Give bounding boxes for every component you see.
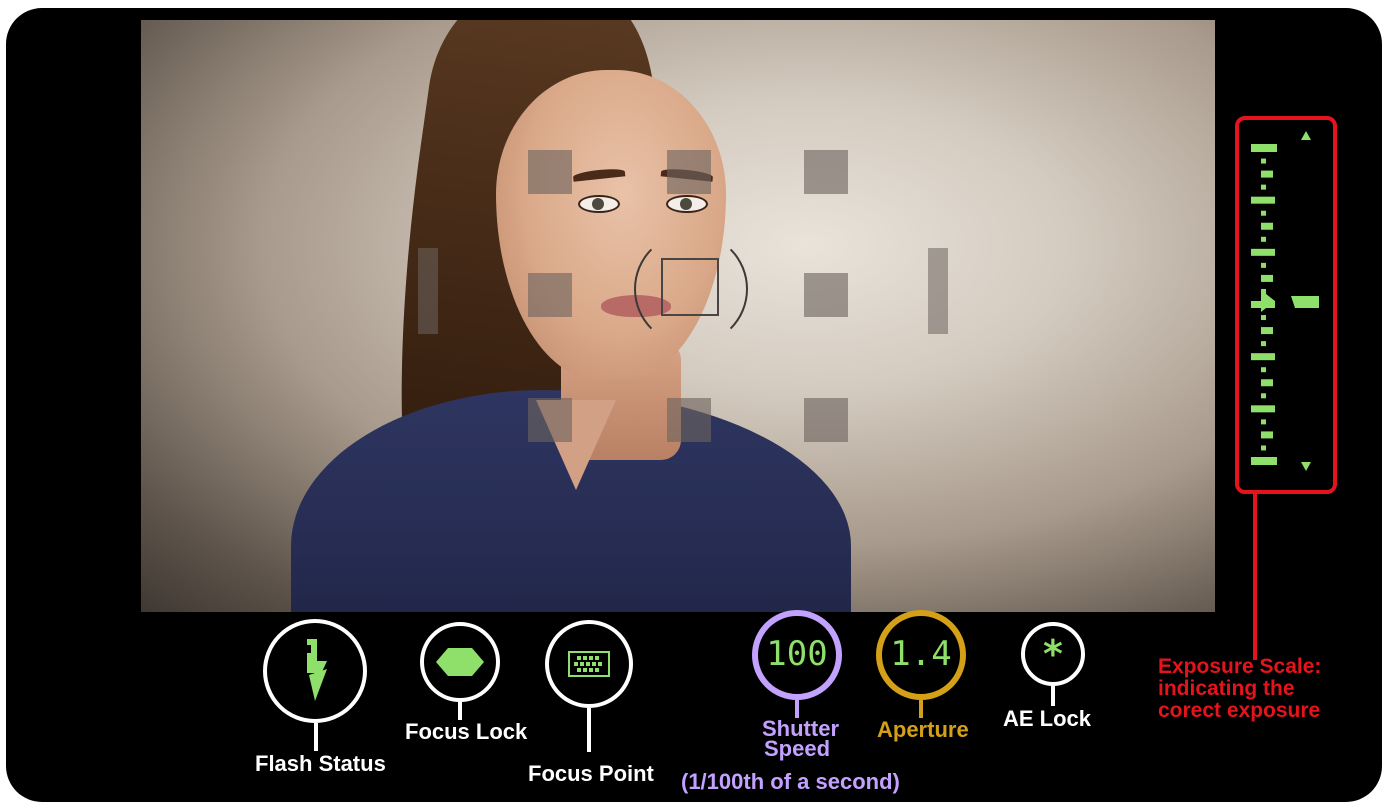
exposure-tick	[1261, 222, 1273, 230]
shutter-speed-ring: 100	[752, 610, 842, 700]
shutter-speed-label: Shutter Speed	[762, 716, 839, 761]
exposure-tick	[1261, 210, 1266, 216]
exposure-scale-svg	[1251, 131, 1319, 471]
shutter-speed-note: (1/100th of a second)	[681, 769, 900, 794]
focus-lock-stem	[458, 702, 462, 720]
triangle-up-icon	[1301, 131, 1311, 140]
focus-point-stem	[587, 708, 591, 752]
exposure-tick	[1261, 158, 1266, 164]
focus-lock-ring	[420, 622, 500, 702]
exposure-tick	[1261, 184, 1266, 190]
exposure-tick	[1261, 327, 1273, 335]
flash-status-ring	[263, 619, 367, 723]
exposure-tick	[1261, 445, 1266, 451]
ae-lock-ring: *	[1021, 622, 1085, 686]
af-point	[528, 150, 572, 194]
aperture-ring: 1.4	[876, 610, 966, 700]
asterisk-icon: *	[1041, 632, 1065, 676]
af-point	[528, 398, 572, 442]
triangle-down-icon	[1301, 462, 1311, 471]
af-point	[804, 150, 848, 194]
af-grid-icon	[568, 651, 610, 677]
exposure-tick	[1261, 431, 1273, 439]
ae-lock-label: AE Lock	[1003, 706, 1092, 731]
subject-eye-left	[578, 195, 620, 213]
exposure-tick	[1251, 196, 1275, 204]
exposure-tick	[1261, 274, 1273, 282]
exposure-tick	[1261, 170, 1273, 178]
af-point	[804, 273, 848, 317]
aperture-value: 1.4	[890, 634, 952, 674]
focus-lock-label: Focus Lock	[405, 719, 528, 744]
af-center-point	[661, 258, 719, 316]
exposure-tick	[1261, 419, 1266, 425]
af-bar-right	[928, 248, 948, 334]
aperture-label: Aperture	[877, 717, 969, 742]
af-point	[528, 273, 572, 317]
af-point	[667, 398, 711, 442]
exposure-tick	[1261, 341, 1266, 347]
exposure-tick	[1251, 353, 1275, 361]
viewfinder-frame: Exposure Scale: indicating the corect ex…	[6, 8, 1382, 802]
exposure-tick	[1251, 144, 1277, 152]
exposure-tick	[1261, 379, 1273, 387]
hexagon-icon	[436, 648, 484, 676]
exposure-tick	[1251, 457, 1277, 465]
exposure-tick	[1251, 405, 1275, 413]
lightning-bolt-icon	[307, 639, 327, 701]
exposure-tick	[1261, 393, 1266, 399]
exposure-tick	[1261, 262, 1266, 268]
af-bar-left	[418, 248, 438, 334]
exposure-callout-line	[1253, 490, 1257, 660]
focus-point-ring	[545, 620, 633, 708]
viewfinder-image	[141, 20, 1215, 612]
af-point	[667, 150, 711, 194]
aperture-stem	[919, 700, 923, 718]
focus-point-label: Focus Point	[528, 761, 654, 786]
exposure-tick	[1261, 236, 1266, 242]
flash-stem	[314, 723, 318, 751]
exposure-tick	[1261, 315, 1266, 321]
exposure-tick	[1261, 367, 1266, 373]
flash-status-label: Flash Status	[255, 751, 386, 776]
af-point	[804, 398, 848, 442]
shutter-speed-value: 100	[766, 634, 828, 674]
subject-eye-right	[666, 195, 708, 213]
triangle-right-icon	[1261, 290, 1275, 312]
exposure-indicator	[1291, 296, 1319, 308]
exposure-scale-label: Exposure Scale: indicating the corect ex…	[1158, 655, 1322, 722]
ae-lock-stem	[1051, 686, 1055, 706]
exposure-tick	[1251, 248, 1275, 256]
